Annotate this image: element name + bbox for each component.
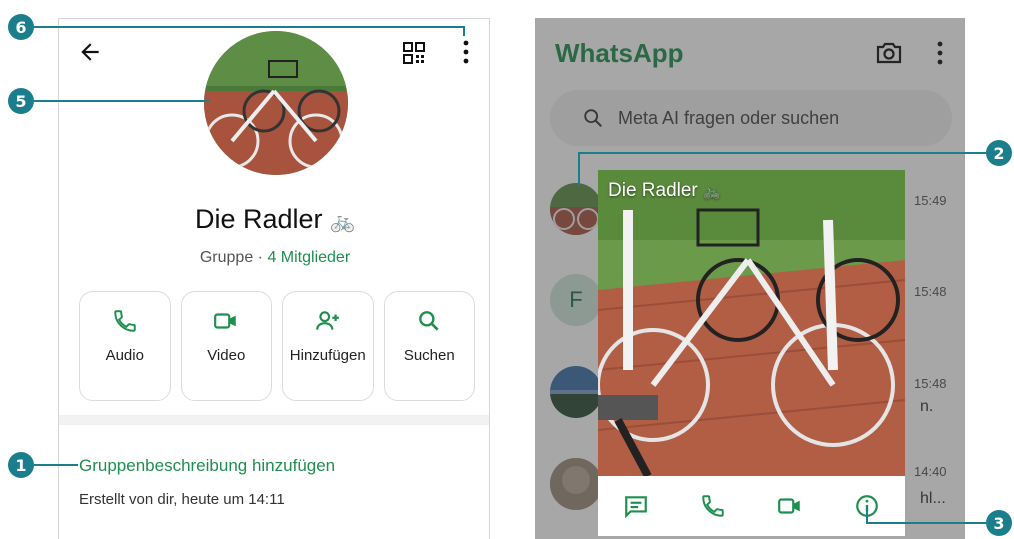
chat-snippet: hl... <box>920 490 946 507</box>
callout-line-6 <box>34 26 464 28</box>
callout-line-3-vert <box>866 508 868 524</box>
created-info: Erstellt von dir, heute um 14:11 <box>79 491 285 508</box>
landscape-photo-icon <box>550 366 602 418</box>
chat-list-screen: WhatsApp Meta AI fragen oder suchen 15:4… <box>535 18 965 539</box>
avatar <box>550 183 602 235</box>
blurred-photo-icon <box>550 458 602 510</box>
group-meta: Gruppe · 4 Mitglieder <box>59 249 489 267</box>
camera-icon[interactable] <box>875 40 903 66</box>
stage: Die Radler 🚲 Gruppe · 4 Mitglieder Audio… <box>0 0 1014 539</box>
callout-badge-2: 2 <box>986 140 1012 166</box>
meta-separator: · <box>253 249 268 266</box>
group-photo[interactable] <box>598 170 905 476</box>
add-person-icon <box>315 311 339 330</box>
video-icon <box>214 313 236 329</box>
chat-time: 15:48 <box>914 376 947 391</box>
video-label: Video <box>207 347 246 364</box>
search-icon <box>584 109 602 127</box>
profile-preview-popup: Die Radler 🚲 <box>598 170 905 536</box>
avatar <box>550 366 602 418</box>
bike-photo-icon <box>550 183 602 235</box>
video-icon <box>777 498 800 514</box>
search-label: Suchen <box>403 347 455 364</box>
message-icon <box>625 496 648 519</box>
app-title: WhatsApp <box>555 38 684 68</box>
add-description-link[interactable]: Gruppenbeschreibung hinzufügen <box>79 456 335 476</box>
bicycle-emoji-icon: 🚲 <box>330 211 355 233</box>
chat-time: 15:49 <box>914 193 947 208</box>
callout-badge-6: 6 <box>8 14 34 40</box>
more-options-icon[interactable] <box>461 39 471 65</box>
callout-line-1 <box>34 464 78 466</box>
callout-badge-1: 1 <box>8 452 34 478</box>
search-button[interactable]: Suchen <box>383 291 475 401</box>
avatar <box>550 458 602 510</box>
callout-badge-5: 5 <box>8 88 34 114</box>
chat-time: 14:40 <box>914 464 947 479</box>
qr-code-icon[interactable] <box>402 41 426 65</box>
search-icon <box>419 311 439 331</box>
audio-call-button[interactable]: Audio <box>79 291 171 401</box>
chat-snippet: n. <box>920 398 934 415</box>
more-options-icon[interactable] <box>935 40 945 66</box>
bicycle-emoji-icon: 🚲 <box>703 183 721 199</box>
phone-icon <box>114 310 136 332</box>
group-name-text: Die Radler <box>195 204 323 234</box>
popup-title-text: Die Radler <box>608 180 698 201</box>
callout-line-2 <box>578 152 986 154</box>
group-name: Die Radler 🚲 <box>59 204 489 235</box>
back-arrow-icon[interactable] <box>77 39 103 65</box>
video-button[interactable] <box>775 491 805 521</box>
add-member-button[interactable]: Hinzufügen <box>282 291 374 401</box>
popup-title: Die Radler 🚲 <box>608 180 720 202</box>
group-type: Gruppe <box>199 249 254 266</box>
callout-badge-3: 3 <box>986 510 1012 536</box>
callout-line-6-vert <box>463 26 465 36</box>
search-placeholder: Meta AI fragen oder suchen <box>618 107 840 128</box>
bike-photo-icon <box>204 31 348 175</box>
chat-time: 15:48 <box>914 284 947 299</box>
callout-line-5 <box>34 100 209 102</box>
callout-line-3 <box>866 522 986 524</box>
audio-label: Audio <box>105 347 144 364</box>
popup-action-bar <box>598 476 905 536</box>
add-label: Hinzufügen <box>289 347 366 364</box>
action-buttons: Audio Video Hinzufügen Suchen <box>79 291 475 401</box>
group-info-screen: Die Radler 🚲 Gruppe · 4 Mitglieder Audio… <box>58 18 490 539</box>
avatar-letter: F <box>569 287 583 312</box>
callout-line-2-vert <box>578 152 580 186</box>
search-input[interactable]: Meta AI fragen oder suchen <box>550 90 952 146</box>
phone-icon <box>702 495 724 517</box>
group-avatar[interactable] <box>204 31 348 175</box>
call-button[interactable] <box>698 491 728 521</box>
video-call-button[interactable]: Video <box>180 291 272 401</box>
avatar: F <box>550 274 602 326</box>
message-button[interactable] <box>621 491 651 521</box>
member-count-link[interactable]: 4 Mitglieder <box>267 249 350 266</box>
section-divider <box>59 415 489 425</box>
